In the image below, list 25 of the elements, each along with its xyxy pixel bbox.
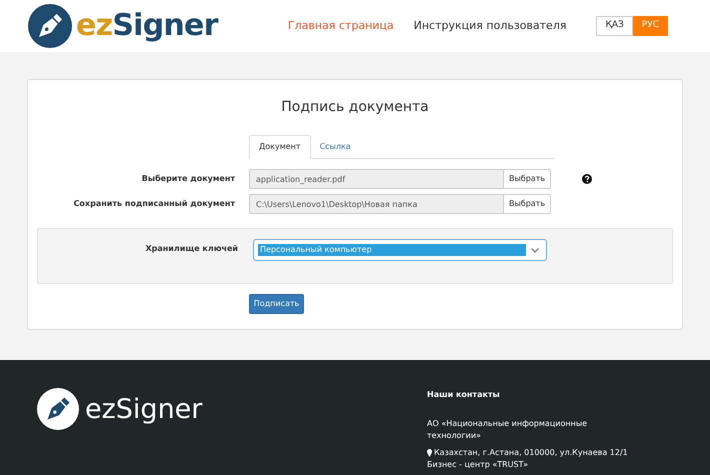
address-line: Казахстан, г.Астана, 010000, ул.Кунаева 12/1 xyxy=(434,447,628,459)
form-title: Подпись документа xyxy=(280,98,430,117)
selected-option: Персональный компьютер xyxy=(258,244,526,256)
chevron-icon xyxy=(531,248,539,252)
field-label: Сохранить подписанный документ xyxy=(72,198,235,210)
choose-button[interactable]: Выбрать xyxy=(504,169,551,189)
field-label: Хранилище ключей xyxy=(144,243,238,255)
file-path-field[interactable]: application_reader.pdf xyxy=(249,169,504,189)
nav-link[interactable]: Главная страница xyxy=(288,18,394,34)
language-button[interactable]: ҚАЗ xyxy=(596,16,633,36)
contacts-title: Наши контакты xyxy=(427,389,501,401)
nav-link[interactable]: Инструкция пользователя xyxy=(414,18,566,34)
choose-button[interactable]: Выбрать xyxy=(504,194,551,214)
pen-logo-icon xyxy=(28,4,72,48)
pen-logo-icon xyxy=(37,388,79,430)
tab[interactable]: Ссылка xyxy=(310,135,360,159)
address-line: Бизнес - центр «TRUST» xyxy=(427,459,529,471)
field-label: Выберите документ xyxy=(140,173,235,185)
footer-logo-text: ezSigner xyxy=(85,396,202,422)
logo-text: ezSigner xyxy=(76,11,218,41)
file-path-field[interactable]: C:\Users\Lenovo1\Desktop\Новая папка xyxy=(249,194,504,214)
tab[interactable]: Документ xyxy=(249,135,311,159)
map-pin-icon xyxy=(427,449,432,457)
sign-button[interactable]: Подписать xyxy=(249,294,304,314)
organization-text: АО «Национальные информационные технологии» xyxy=(427,418,588,442)
